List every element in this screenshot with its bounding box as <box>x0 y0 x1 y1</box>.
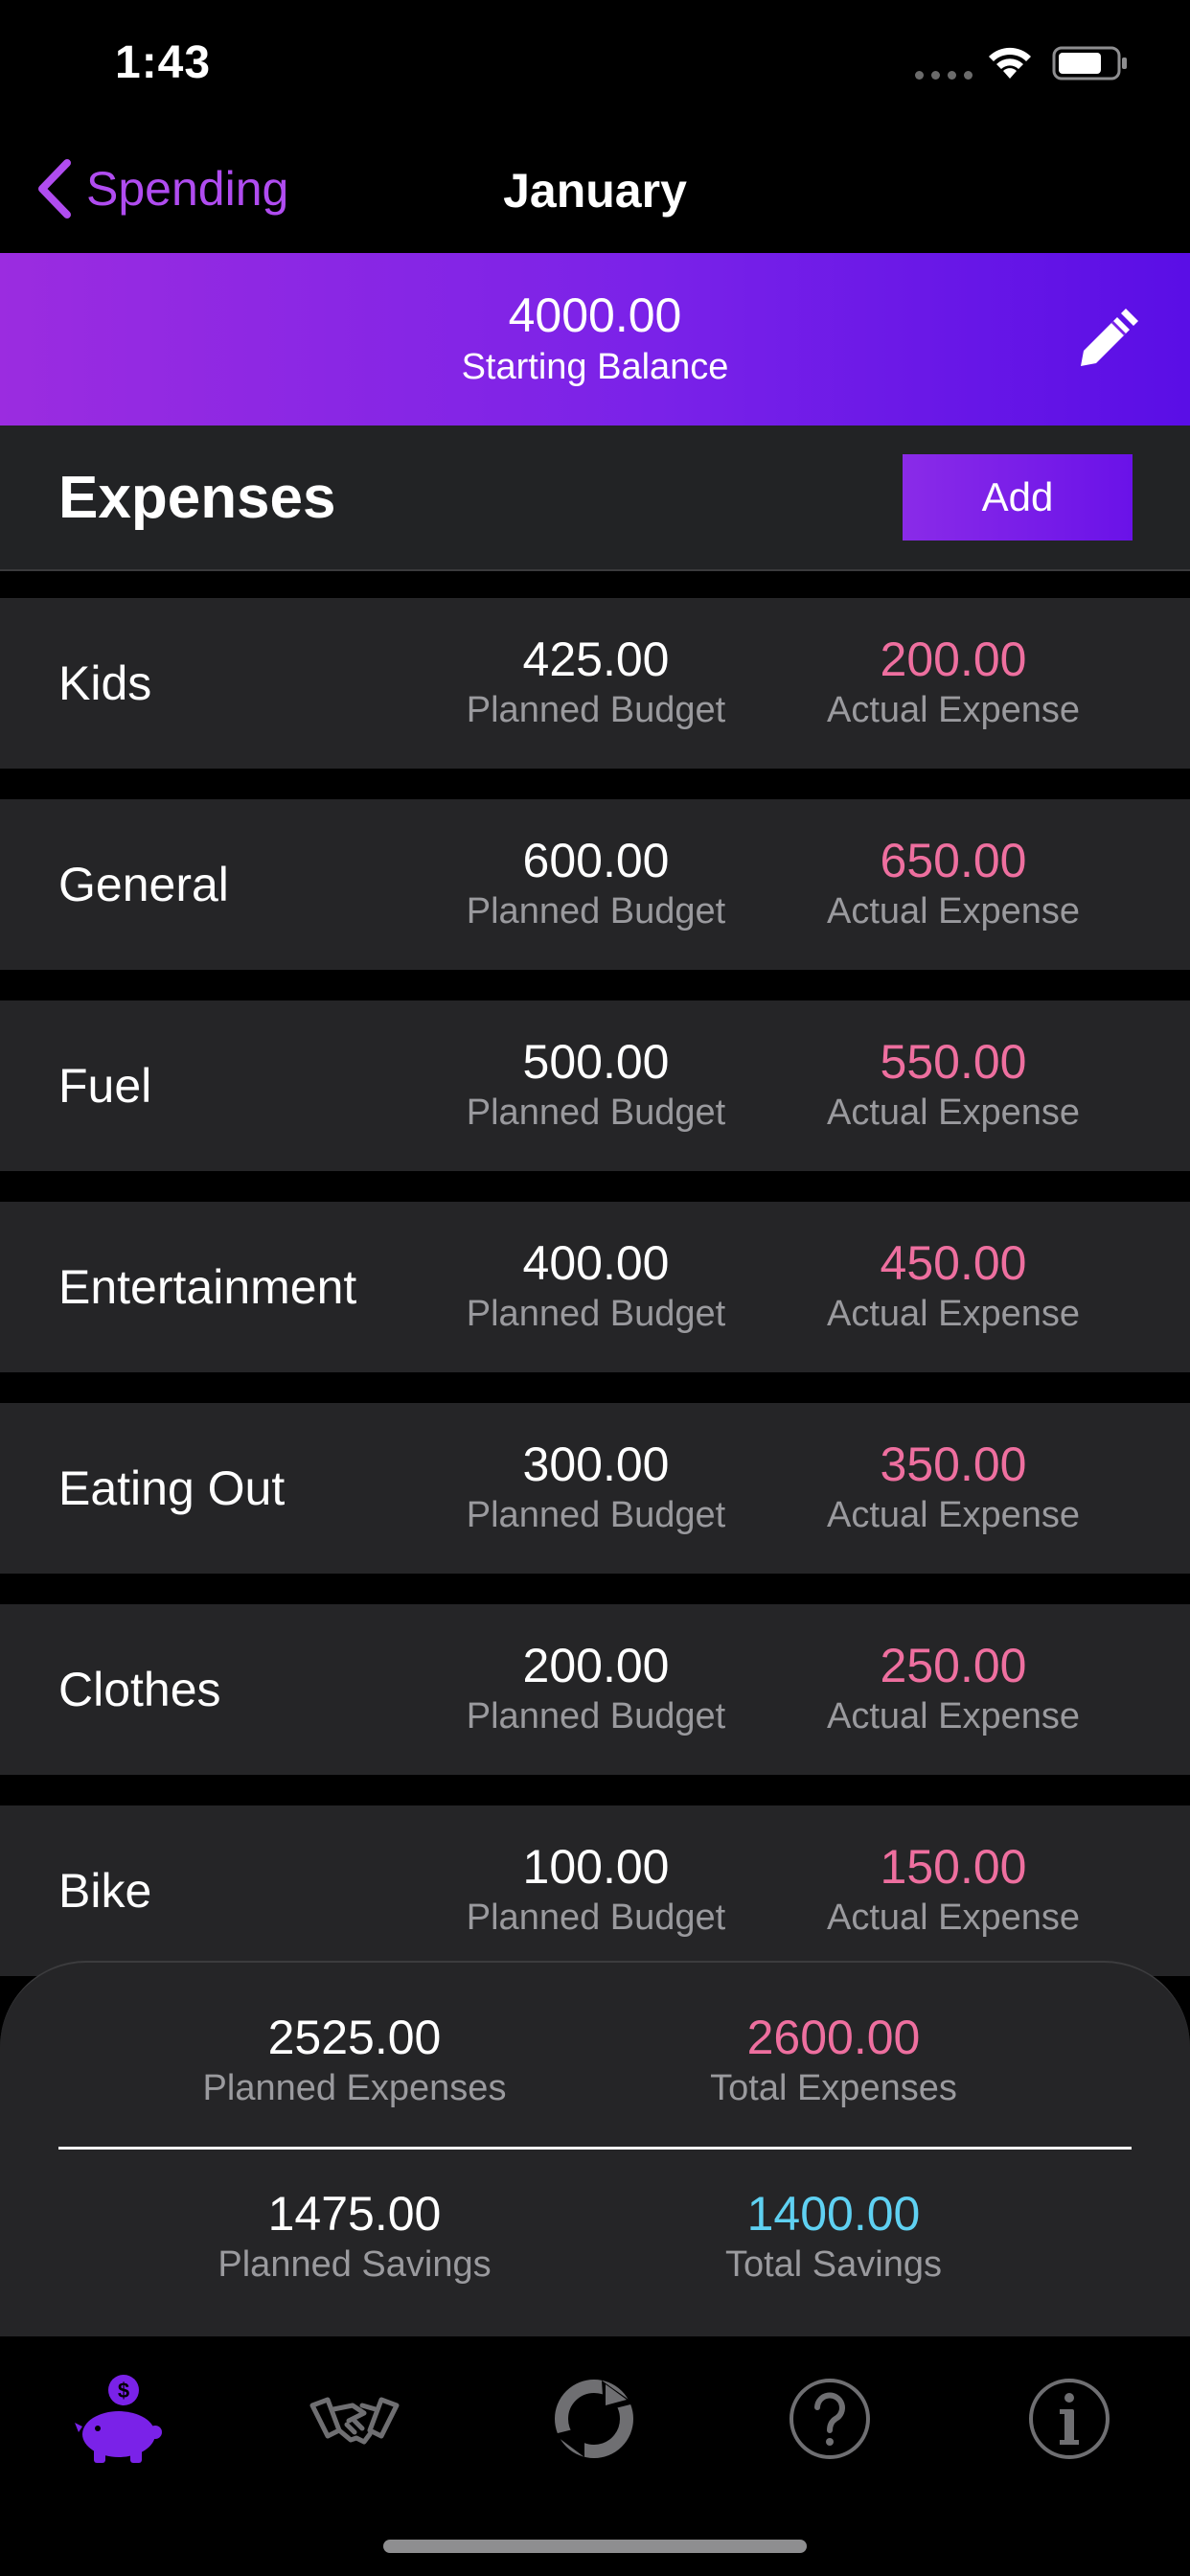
actual-expense: 650.00 Actual Expense <box>800 834 1107 933</box>
summary-divider <box>58 2147 1132 2150</box>
planned-budget: 600.00 Planned Budget <box>443 834 749 933</box>
planned-budget: 300.00 Planned Budget <box>443 1438 749 1537</box>
planned-budget-label: Planned Budget <box>466 891 726 932</box>
total-savings-summary: 1400.00 Total Savings <box>632 2187 1035 2287</box>
planned-budget-value: 100.00 <box>522 1840 670 1894</box>
actual-expense: 200.00 Actual Expense <box>800 632 1107 732</box>
planned-budget: 100.00 Planned Budget <box>443 1840 749 1940</box>
actual-expense: 350.00 Actual Expense <box>800 1438 1107 1537</box>
expense-row[interactable]: Kids 425.00 Planned Budget 200.00 Actual… <box>0 598 1190 769</box>
planned-budget-value: 200.00 <box>522 1639 670 1692</box>
navigation-bar: Spending January <box>0 128 1190 253</box>
expense-row[interactable]: Bike 100.00 Planned Budget 150.00 Actual… <box>0 1806 1190 1976</box>
actual-expense-value: 150.00 <box>880 1840 1027 1894</box>
recycle-icon[interactable] <box>546 2371 642 2467</box>
actual-expense: 550.00 Actual Expense <box>800 1035 1107 1135</box>
actual-expense-value: 650.00 <box>880 834 1027 887</box>
category-name: Eating Out <box>58 1461 286 1515</box>
planned-expenses-label: Planned Expenses <box>202 2068 507 2108</box>
page-title: January <box>503 164 687 218</box>
category-name: Clothes <box>58 1663 221 1716</box>
planned-budget-value: 300.00 <box>522 1438 670 1491</box>
total-expenses-value: 2600.00 <box>746 2011 921 2064</box>
planned-budget: 425.00 Planned Budget <box>443 632 749 732</box>
planned-budget: 400.00 Planned Budget <box>443 1236 749 1336</box>
starting-balance-banner: 4000.00 Starting Balance <box>0 253 1190 426</box>
summary-panel: 2525.00 Planned Expenses 2600.00 Total E… <box>0 1961 1190 2338</box>
piggy-bank-icon[interactable]: $ <box>71 2371 167 2467</box>
actual-expense-label: Actual Expense <box>826 1092 1081 1133</box>
wifi-icon <box>989 47 1031 79</box>
svg-text:$: $ <box>118 2379 129 2403</box>
planned-expenses-summary: 2525.00 Planned Expenses <box>153 2011 556 2110</box>
status-time: 1:43 <box>115 37 212 88</box>
planned-budget-label: Planned Budget <box>466 1294 726 1334</box>
category-name: General <box>58 858 229 911</box>
planned-budget-label: Planned Budget <box>466 1495 726 1535</box>
planned-budget: 200.00 Planned Budget <box>443 1639 749 1738</box>
starting-balance-value: 4000.00 <box>508 288 682 342</box>
planned-savings-label: Planned Savings <box>217 2244 492 2285</box>
total-expenses-label: Total Expenses <box>710 2068 957 2108</box>
planned-expenses-value: 2525.00 <box>267 2011 442 2064</box>
handshake-icon[interactable] <box>307 2371 402 2467</box>
total-savings-value: 1400.00 <box>746 2187 921 2241</box>
help-icon[interactable] <box>782 2371 878 2467</box>
actual-expense-label: Actual Expense <box>826 1294 1081 1334</box>
planned-budget-value: 600.00 <box>522 834 670 887</box>
total-savings-label: Total Savings <box>724 2244 942 2285</box>
expense-row[interactable]: Fuel 500.00 Planned Budget 550.00 Actual… <box>0 1000 1190 1171</box>
planned-budget-label: Planned Budget <box>466 1696 726 1736</box>
planned-budget-label: Planned Budget <box>466 690 726 730</box>
category-name: Kids <box>58 656 152 710</box>
planned-budget: 500.00 Planned Budget <box>443 1035 749 1135</box>
cellular-signal-icon <box>915 71 973 80</box>
actual-expense-value: 250.00 <box>880 1639 1027 1692</box>
tab-bar: $ <box>0 2336 1190 2576</box>
actual-expense: 150.00 Actual Expense <box>800 1840 1107 1940</box>
actual-expense: 450.00 Actual Expense <box>800 1236 1107 1336</box>
category-name: Entertainment <box>58 1260 357 1314</box>
actual-expense-value: 350.00 <box>880 1438 1027 1491</box>
expense-row[interactable]: Clothes 200.00 Planned Budget 250.00 Act… <box>0 1604 1190 1775</box>
actual-expense-value: 200.00 <box>880 632 1027 686</box>
category-name: Bike <box>58 1864 152 1918</box>
planned-savings-summary: 1475.00 Planned Savings <box>153 2187 556 2287</box>
actual-expense-label: Actual Expense <box>826 891 1081 932</box>
planned-budget-label: Planned Budget <box>466 1092 726 1133</box>
actual-expense-label: Actual Expense <box>826 1696 1081 1736</box>
planned-savings-value: 1475.00 <box>267 2187 442 2241</box>
planned-budget-value: 500.00 <box>522 1035 670 1089</box>
expense-row[interactable]: Eating Out 300.00 Planned Budget 350.00 … <box>0 1403 1190 1574</box>
actual-expense-label: Actual Expense <box>826 1495 1081 1535</box>
actual-expense: 250.00 Actual Expense <box>800 1639 1107 1738</box>
category-name: Fuel <box>58 1059 152 1113</box>
expenses-header: Expenses Add <box>0 426 1190 571</box>
expense-row[interactable]: Entertainment 400.00 Planned Budget 450.… <box>0 1202 1190 1372</box>
planned-budget-value: 425.00 <box>522 632 670 686</box>
actual-expense-label: Actual Expense <box>826 1898 1081 1938</box>
actual-expense-label: Actual Expense <box>826 690 1081 730</box>
starting-balance-label: Starting Balance <box>461 347 729 387</box>
section-title: Expenses <box>58 465 336 531</box>
status-bar: 1:43 <box>0 0 1190 128</box>
expense-row[interactable]: General 600.00 Planned Budget 650.00 Act… <box>0 799 1190 970</box>
info-icon[interactable] <box>1021 2371 1117 2467</box>
actual-expense-value: 550.00 <box>880 1035 1027 1089</box>
pencil-icon[interactable] <box>1075 309 1138 372</box>
total-expenses-summary: 2600.00 Total Expenses <box>632 2011 1035 2110</box>
battery-icon <box>1052 46 1127 80</box>
home-indicator[interactable] <box>383 2540 807 2553</box>
planned-budget-value: 400.00 <box>522 1236 670 1290</box>
actual-expense-value: 450.00 <box>880 1236 1027 1290</box>
planned-budget-label: Planned Budget <box>466 1898 726 1938</box>
add-expense-button[interactable]: Add <box>903 454 1133 540</box>
